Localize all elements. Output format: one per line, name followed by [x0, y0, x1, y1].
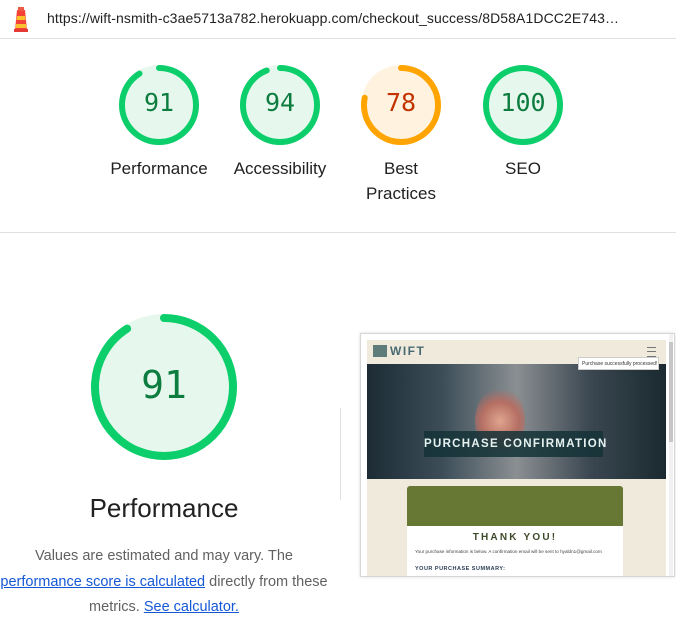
performance-description: Values are estimated and may vary. The p…	[0, 544, 336, 621]
section-divider	[0, 232, 676, 233]
info-text: Your purchase information is below. A co…	[415, 549, 602, 554]
performance-score: 91	[141, 363, 187, 407]
gauge-label: Best Practices	[366, 159, 436, 203]
gauge-score: 91	[143, 88, 175, 117]
desc-line2: directly from these	[205, 573, 328, 590]
final-screenshot-thumbnail[interactable]: WIFT PURCHASE CONFIRMATION Purchase succ…	[360, 333, 675, 577]
see-calculator-link[interactable]: See calculator.	[144, 599, 239, 615]
hero-image: PURCHASE CONFIRMATION	[367, 364, 666, 479]
gauge-seo[interactable]: 100 SEO	[482, 64, 564, 178]
toast-message: Purchase successfully processed!	[578, 357, 659, 370]
screenshot-content: WIFT PURCHASE CONFIRMATION Purchase succ…	[367, 340, 666, 576]
scrollbar-thumb[interactable]	[669, 342, 673, 442]
thanks-heading: THANK YOU!	[472, 532, 558, 543]
vertical-separator	[340, 408, 341, 500]
gauge-best-practices[interactable]: 78 Best Practices	[360, 64, 442, 203]
card-header	[407, 486, 623, 526]
hamburger-menu-icon	[647, 347, 656, 357]
site-logo-text: WIFT	[390, 344, 426, 358]
gauge-label: SEO	[505, 159, 541, 178]
desc-line3: metrics.	[89, 599, 144, 615]
page-url: https://wift-nsmith-c3ae5713a782.herokua…	[47, 10, 620, 26]
performance-title: Performance	[89, 493, 239, 523]
gauge-score: 94	[264, 88, 296, 117]
lighthouse-icon	[14, 7, 28, 32]
gauge-accessibility[interactable]: 94 Accessibility	[234, 64, 326, 178]
summary-heading: YOUR PURCHASE SUMMARY:	[415, 566, 506, 572]
hero-title: PURCHASE CONFIRMATION	[424, 431, 606, 457]
gauge-label: Accessibility	[233, 159, 327, 178]
confirmation-card: THANK YOU! Your purchase information is …	[407, 526, 623, 576]
gauge-score: 100	[500, 88, 546, 117]
performance-score-link[interactable]: performance score is calculated	[0, 574, 205, 590]
thumbnail-scrollbar[interactable]	[669, 334, 673, 576]
gauge-performance[interactable]: 91 Performance	[110, 64, 208, 178]
gauge-score: 78	[385, 88, 417, 117]
site-logo-icon	[373, 345, 387, 357]
desc-line1: Values are estimated and may vary. The	[35, 548, 293, 564]
gauge-label: Performance	[110, 159, 208, 178]
url-bar: https://wift-nsmith-c3ae5713a782.herokua…	[0, 0, 676, 39]
